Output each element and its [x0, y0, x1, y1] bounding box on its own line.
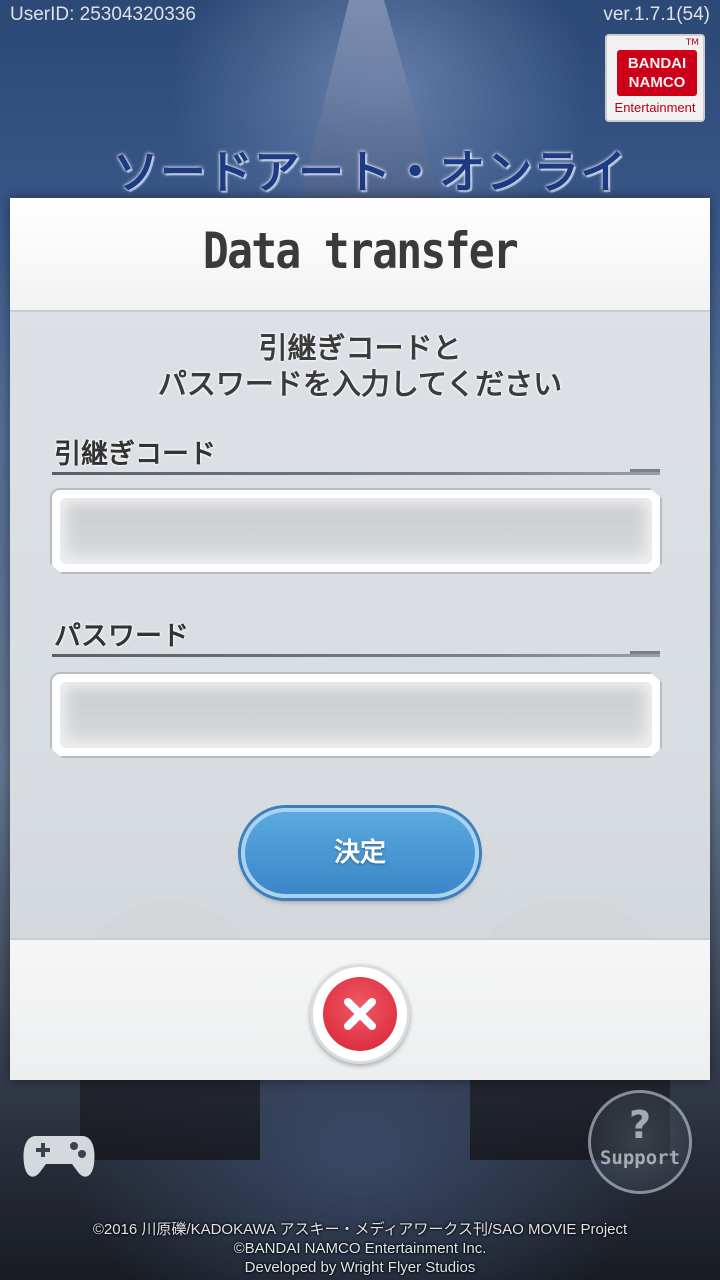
dialog-title: Data transfer: [202, 222, 519, 280]
credits-line-2: ©BANDAI NAMCO Entertainment Inc.: [233, 1240, 487, 1257]
support-question-icon: ?: [628, 1103, 652, 1147]
password-label: パスワード: [54, 621, 189, 652]
confirm-button-label: 決定: [333, 838, 386, 868]
data-transfer-dialog: Data transfer 引継ぎコードと パスワードを入力してください 引継ぎ…: [10, 198, 710, 1080]
support-button[interactable]: ? Support: [588, 1090, 692, 1194]
transfer-code-field[interactable]: [50, 488, 662, 574]
password-field[interactable]: [50, 672, 662, 758]
copyright-credits: ©2016 川原礫/KADOKAWA アスキー・メディアワークス刊/SAO MO…: [0, 1220, 720, 1277]
instruction-line-1: 引継ぎコードと: [258, 331, 462, 365]
credits-line-3: Developed by Wright Flyer Studios: [244, 1259, 476, 1276]
instruction-line-2: パスワードを入力してください: [157, 367, 563, 401]
support-label: Support: [599, 1147, 681, 1169]
password-divider: [52, 651, 660, 657]
transfer-code-label: 引継ぎコード: [54, 439, 216, 470]
gamepad-icon[interactable]: [22, 1130, 96, 1182]
credits-line-1: ©2016 川原礫/KADOKAWA アスキー・メディアワークス刊/SAO MO…: [92, 1221, 628, 1238]
transfer-code-input[interactable]: [60, 498, 652, 564]
dialog-header: Data transfer: [10, 198, 710, 312]
transfer-code-divider: [52, 469, 660, 475]
dialog-footer: [10, 938, 710, 1080]
dialog-body: 引継ぎコードと パスワードを入力してください 引継ぎコード パスワード 決定: [10, 312, 710, 938]
close-x-icon: [323, 977, 397, 1051]
instruction-text: 引継ぎコードと パスワードを入力してください: [10, 330, 710, 402]
password-input[interactable]: [60, 682, 652, 748]
close-button[interactable]: [310, 964, 410, 1064]
confirm-button[interactable]: 決定: [241, 808, 479, 898]
